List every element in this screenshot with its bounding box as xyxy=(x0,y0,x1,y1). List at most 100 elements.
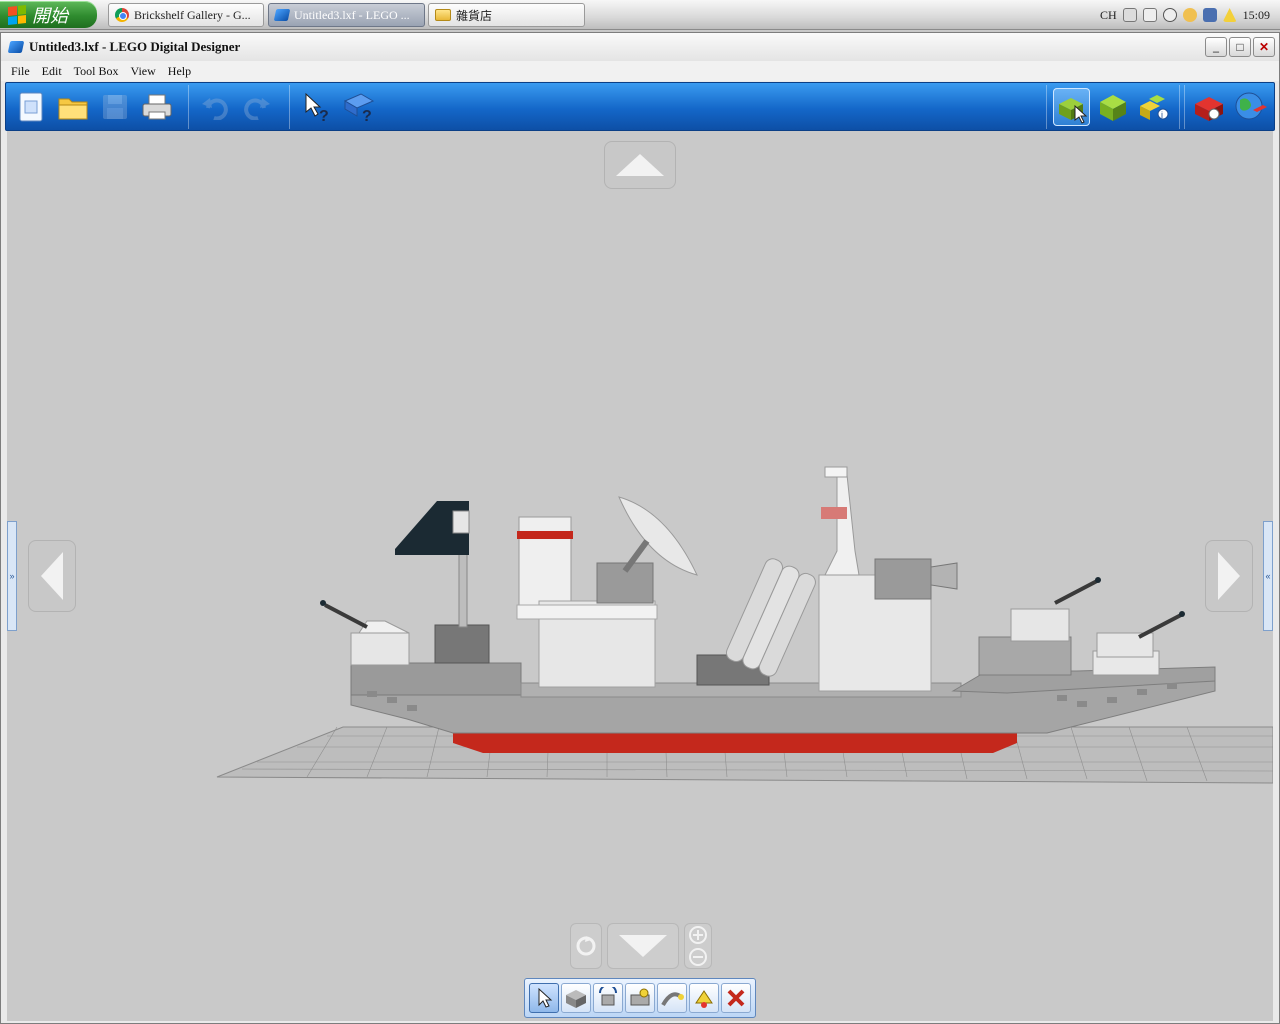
print-icon xyxy=(142,94,172,120)
build-mode-button[interactable] xyxy=(1053,88,1091,126)
lego-ship-model[interactable] xyxy=(7,131,1273,1021)
save-icon xyxy=(103,95,127,119)
taskbar: 開始 Brickshelf Gallery - G... Untitled3.l… xyxy=(0,0,1280,30)
history-toolbar-group xyxy=(190,85,290,129)
task-label: 雜貨店 xyxy=(456,8,493,23)
redo-icon xyxy=(244,98,270,120)
svg-text:?: ? xyxy=(362,108,372,123)
view-mode-icon xyxy=(1099,95,1126,121)
start-label: 開始 xyxy=(32,5,68,27)
zoom-in-icon[interactable] xyxy=(688,925,708,945)
delete-tool-button[interactable] xyxy=(721,983,751,1013)
hinge-tool-icon xyxy=(599,987,617,1006)
select-tool-icon xyxy=(538,987,553,1008)
clone-tool-icon xyxy=(566,990,586,1008)
windows-logo-icon xyxy=(8,4,26,25)
window-title: Untitled3.lxf - LEGO Digital Designer xyxy=(29,39,241,54)
menu-view[interactable]: View xyxy=(125,64,162,79)
save-button[interactable] xyxy=(96,88,134,126)
clock[interactable]: 15:09 xyxy=(1243,8,1270,23)
rear-gun-turret-1 xyxy=(1010,577,1101,642)
menu-file[interactable]: File xyxy=(5,64,36,79)
main-toolbar: ? ? i xyxy=(5,82,1275,131)
zoom-control xyxy=(684,923,712,969)
file-toolbar-group xyxy=(6,85,189,129)
tool-palette xyxy=(524,978,756,1018)
3d-viewport[interactable]: » « xyxy=(7,131,1273,1021)
pen-icon[interactable] xyxy=(1142,8,1157,22)
hinge-tool-button[interactable] xyxy=(593,983,623,1013)
help-pointer-button[interactable]: ? xyxy=(298,88,336,126)
start-button[interactable]: 開始 xyxy=(0,1,97,28)
app-icon xyxy=(7,41,25,53)
redo-button[interactable] xyxy=(238,88,276,126)
undo-icon xyxy=(202,98,228,120)
flex-tool-button[interactable] xyxy=(657,983,687,1013)
chrome-icon xyxy=(115,8,129,22)
camera-reset-button[interactable] xyxy=(570,923,602,969)
missile-launcher xyxy=(696,558,816,686)
hull-red-keel xyxy=(453,731,1017,753)
arrow-down-icon xyxy=(619,935,667,957)
building-guide-button[interactable]: i xyxy=(1136,88,1173,126)
open-icon xyxy=(58,98,88,120)
warning-icon[interactable] xyxy=(1222,8,1237,22)
help-book-icon: ? xyxy=(343,93,375,123)
taskbar-button-folder[interactable]: 雜貨店 xyxy=(428,3,585,27)
title-bar[interactable]: Untitled3.lxf - LEGO Digital Designer _ … xyxy=(1,33,1279,61)
view-mode-button[interactable] xyxy=(1094,88,1131,126)
flex-tool-icon xyxy=(661,992,684,1007)
taskbar-button-brickshelf[interactable]: Brickshelf Gallery - G... xyxy=(108,3,264,27)
help-toolbar-group: ? ? xyxy=(292,85,386,129)
menu-toolbox[interactable]: Tool Box xyxy=(68,64,125,79)
hinge-align-tool-icon xyxy=(630,988,650,1006)
print-button[interactable] xyxy=(138,88,176,126)
camera-down-button[interactable] xyxy=(607,923,679,969)
building-guide-icon: i xyxy=(1140,95,1169,120)
online-gallery-button[interactable] xyxy=(1232,88,1269,126)
open-button[interactable] xyxy=(54,88,92,126)
new-icon xyxy=(19,92,43,122)
tray-expand-icon[interactable] xyxy=(1162,8,1177,22)
new-button[interactable] xyxy=(12,88,50,126)
keyboard-icon[interactable] xyxy=(1122,8,1137,22)
messenger-icon[interactable] xyxy=(1182,8,1197,22)
lego-brick-export-button[interactable] xyxy=(1191,88,1228,126)
build-mode-icon xyxy=(1058,98,1087,124)
folder-icon xyxy=(435,9,451,21)
lego-brick-export-icon xyxy=(1195,97,1224,121)
rear-gun-turret-2 xyxy=(1096,611,1185,658)
help-book-button[interactable]: ? xyxy=(340,88,378,126)
task-label: Untitled3.lxf - LEGO ... xyxy=(294,7,410,22)
rotate-reset-icon xyxy=(576,936,596,956)
share-toolbar-group xyxy=(1184,85,1274,129)
hinge-align-tool-button[interactable] xyxy=(625,983,655,1013)
bridge-tower xyxy=(818,466,958,692)
lego-digital-designer-icon xyxy=(273,9,291,21)
maximize-button[interactable]: □ xyxy=(1229,37,1251,57)
select-tool-button[interactable] xyxy=(529,983,559,1013)
taskbar-button-lego-designer[interactable]: Untitled3.lxf - LEGO ... xyxy=(268,3,425,27)
svg-text:?: ? xyxy=(319,108,329,123)
undo-button[interactable] xyxy=(196,88,234,126)
minimize-button[interactable]: _ xyxy=(1205,37,1227,57)
svg-text:i: i xyxy=(1161,110,1163,120)
paint-tool-icon xyxy=(695,990,713,1008)
clone-tool-button[interactable] xyxy=(561,983,591,1013)
radar-dish xyxy=(596,496,698,604)
forward-gun-turret xyxy=(320,600,410,666)
delete-tool-icon xyxy=(727,989,745,1007)
language-indicator[interactable]: CH xyxy=(1100,8,1117,23)
app-window: Untitled3.lxf - LEGO Digital Designer _ … xyxy=(0,32,1280,1024)
menu-edit[interactable]: Edit xyxy=(36,64,68,79)
task-label: Brickshelf Gallery - G... xyxy=(134,7,251,22)
online-gallery-icon xyxy=(1235,92,1267,120)
close-button[interactable]: ✕ xyxy=(1253,37,1275,57)
mode-toolbar-group: i xyxy=(1046,85,1180,129)
paint-tool-button[interactable] xyxy=(689,983,719,1013)
zoom-out-icon[interactable] xyxy=(688,947,708,967)
help-pointer-icon: ? xyxy=(305,92,329,123)
menu-help[interactable]: Help xyxy=(162,64,197,79)
network-icon[interactable] xyxy=(1202,8,1217,22)
menu-bar: File Edit Tool Box View Help xyxy=(1,61,1279,81)
